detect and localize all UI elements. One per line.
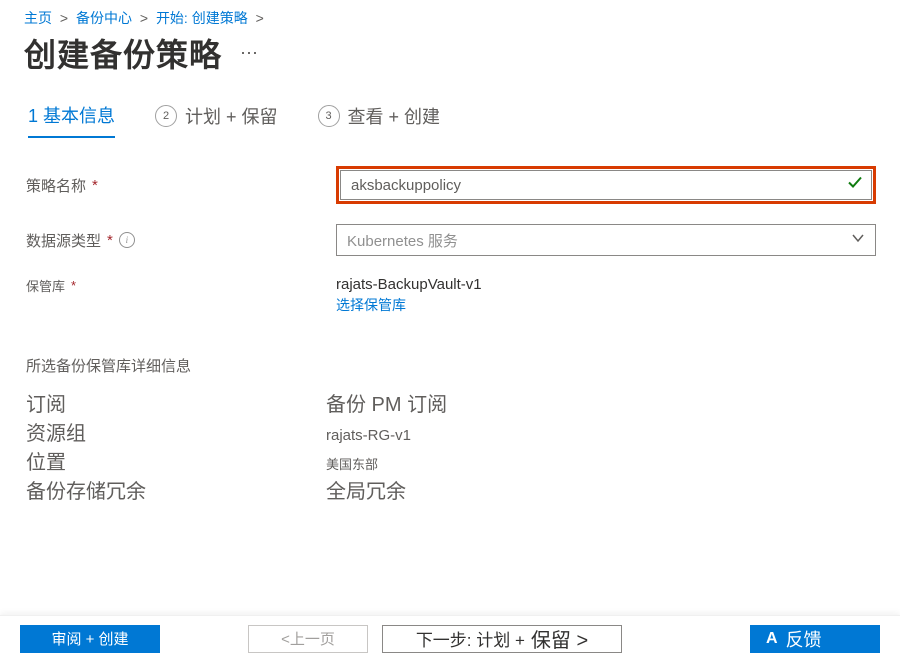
- detail-value-redundancy: 全局冗余: [326, 475, 406, 504]
- row-vault: 保管库 * rajats-BackupVault-v1 选择保管库: [26, 276, 876, 315]
- breadcrumb-sep: >: [140, 10, 148, 26]
- breadcrumb-home-link[interactable]: 主页: [24, 10, 52, 26]
- form-area: 策略名称 * 数据源类型 * i Kubernetes 服务 保管库: [0, 148, 900, 315]
- vault-details-title: 所选备份保管库详细信息: [0, 355, 900, 388]
- validation-check-icon: [847, 175, 863, 196]
- row-policy-name: 策略名称 *: [26, 166, 876, 204]
- info-icon[interactable]: i: [119, 232, 135, 248]
- tab-review-label: 查看 + 创建: [348, 103, 441, 129]
- feedback-icon: A: [766, 630, 778, 648]
- wizard-tabs: 1 基本信息 2 计划 + 保留 3 查看 + 创建: [0, 82, 900, 148]
- tab-schedule-retention[interactable]: 2 计划 + 保留: [155, 103, 278, 137]
- policy-name-input[interactable]: [340, 170, 872, 200]
- chevron-down-icon: [851, 231, 865, 249]
- tab-basics[interactable]: 1 基本信息: [28, 102, 115, 138]
- step-number-badge: 2: [155, 105, 177, 127]
- vault-wrap: rajats-BackupVault-v1 选择保管库: [336, 276, 876, 315]
- required-asterisk: *: [92, 177, 98, 194]
- detail-label-subscription: 订阅: [26, 388, 326, 417]
- vault-value: rajats-BackupVault-v1: [336, 276, 876, 293]
- wizard-footer: 审阅 + 创建 <上一页 下一步: 计划 + 保留 > A 反馈: [0, 615, 900, 661]
- breadcrumb: 主页 > 备份中心 > 开始: 创建策略 >: [0, 0, 900, 30]
- detail-value-location: 美国东部: [326, 454, 378, 473]
- next-button[interactable]: 下一步: 计划 + 保留 >: [382, 625, 622, 653]
- datasource-type-value: Kubernetes 服务: [347, 230, 458, 251]
- label-vault: 保管库 *: [26, 276, 336, 295]
- more-menu-icon[interactable]: ⋯: [240, 43, 260, 64]
- page-header: 创建备份策略 ⋯: [0, 30, 900, 82]
- datasource-wrap: Kubernetes 服务: [336, 224, 876, 256]
- breadcrumb-sep: >: [60, 10, 68, 26]
- breadcrumb-createpolicy-link[interactable]: 开始: 创建策略: [156, 10, 248, 26]
- label-policy-name: 策略名称 *: [26, 175, 336, 196]
- feedback-button[interactable]: A 反馈: [750, 625, 880, 653]
- select-vault-link[interactable]: 选择保管库: [336, 297, 406, 313]
- detail-row-subscription: 订阅 备份 PM 订阅: [26, 388, 900, 417]
- detail-value-subscription: 备份 PM 订阅: [326, 388, 447, 417]
- tab-review-create[interactable]: 3 查看 + 创建: [318, 103, 441, 137]
- next-button-label-1: 下一步: 计划 +: [416, 626, 525, 651]
- row-datasource-type: 数据源类型 * i Kubernetes 服务: [26, 224, 876, 256]
- step-number-badge: 3: [318, 105, 340, 127]
- detail-row-redundancy: 备份存储冗余 全局冗余: [26, 475, 900, 504]
- detail-row-resourcegroup: 资源组 rajats-RG-v1: [26, 417, 900, 446]
- breadcrumb-backupcenter-link[interactable]: 备份中心: [76, 10, 132, 26]
- review-create-button[interactable]: 审阅 + 创建: [20, 625, 160, 653]
- detail-label-resourcegroup: 资源组: [26, 417, 326, 446]
- label-datasource-type: 数据源类型 * i: [26, 230, 336, 251]
- previous-button: <上一页: [248, 625, 368, 653]
- required-asterisk: *: [107, 232, 113, 249]
- detail-value-resourcegroup: rajats-RG-v1: [326, 427, 411, 444]
- breadcrumb-sep: >: [256, 10, 264, 26]
- datasource-type-select[interactable]: Kubernetes 服务: [336, 224, 876, 256]
- policy-name-highlight: [336, 166, 876, 204]
- detail-row-location: 位置 美国东部: [26, 446, 900, 475]
- vault-details-grid: 订阅 备份 PM 订阅 资源组 rajats-RG-v1 位置 美国东部 备份存…: [0, 388, 900, 504]
- required-asterisk: *: [71, 278, 76, 293]
- tab-schedule-label: 计划 + 保留: [185, 103, 278, 129]
- next-button-label-2: 保留 >: [531, 624, 588, 653]
- page-title: 创建备份策略: [24, 30, 222, 76]
- detail-label-redundancy: 备份存储冗余: [26, 475, 326, 504]
- detail-label-location: 位置: [26, 446, 326, 475]
- feedback-label: 反馈: [786, 626, 822, 652]
- tab-basics-label: 1 基本信息: [28, 102, 115, 128]
